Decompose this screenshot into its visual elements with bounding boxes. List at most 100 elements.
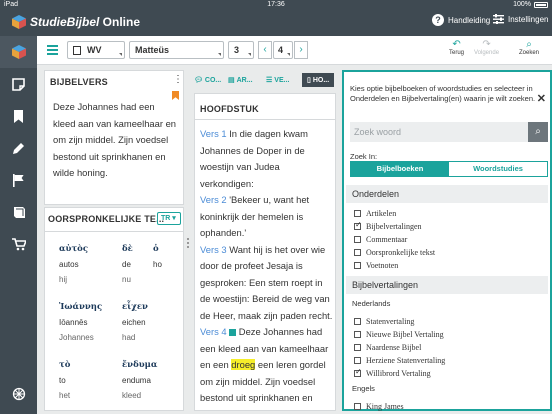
checkbox[interactable] (354, 262, 361, 269)
checkbox-statenvertaling[interactable]: Statenvertaling (354, 317, 414, 326)
verse-1[interactable]: Vers 1 In die dagen kwam Johannes de Dop… (200, 126, 334, 192)
app-header: StudieBijbel Online ? Handleiding Instel… (0, 10, 552, 36)
content-tabs: 💬︎ CO... ▤ AR... ☰ VE... ▯ HO... (194, 70, 335, 90)
translation-select[interactable]: WV (67, 41, 125, 59)
verse-select[interactable]: 4 (273, 41, 293, 59)
checkbox[interactable] (354, 236, 361, 243)
rail-pencil[interactable] (0, 132, 37, 164)
checkbox-commentaar[interactable]: Commentaar (354, 235, 407, 244)
menu-icon[interactable] (47, 45, 58, 55)
search-in-label: Zoek In: (350, 152, 378, 161)
book-icon (13, 206, 25, 218)
checkbox[interactable] (354, 210, 361, 217)
checkbox-naardense[interactable]: Naardense Bijbel (354, 343, 421, 352)
chat-icon: 💬︎ (194, 77, 203, 84)
scope-bijbelboeken[interactable]: Bijbelboeken (351, 162, 449, 176)
tab-hoofdstuk[interactable]: ▯ HO... (302, 73, 335, 87)
highlighted-word[interactable]: droeg (231, 359, 256, 370)
chapter-text: Vers 1 In die dagen kwam Johannes de Dop… (200, 126, 334, 407)
back-button[interactable]: ↶ Terug (449, 39, 464, 56)
onderdelen-header: Onderdelen (346, 185, 548, 203)
battery-icon (534, 2, 548, 8)
previous-verse-button[interactable]: ‹ (258, 41, 272, 59)
tab-artikelen[interactable]: ▤ AR... (228, 76, 264, 85)
book-select[interactable]: Matteüs (129, 41, 224, 59)
search-button[interactable]: ⌕ Zoeken (519, 39, 539, 56)
bijbelvers-panel: BIJBELVERS ⋮ Deze Johannes had een kleed… (44, 70, 184, 205)
flag-icon (13, 173, 24, 187)
greek-word[interactable]: δὲ de nu (122, 244, 133, 284)
verse-2[interactable]: Vers 2 'Bekeer u, want het koninkrijk de… (200, 192, 334, 242)
list-icon: ☰ (266, 77, 273, 84)
bijbelvers-title: BIJBELVERS (50, 77, 108, 87)
greek-word[interactable]: ὁ ho (153, 244, 162, 269)
forward-arrow-icon: ↷ (482, 39, 491, 50)
cube-icon (11, 45, 26, 59)
back-arrow-icon: ↶ (452, 39, 461, 50)
scope-woordstudies[interactable]: Woordstudies (449, 162, 547, 176)
settings-wheel-icon (12, 387, 25, 401)
checkbox[interactable] (354, 318, 361, 325)
verse-3[interactable]: Vers 3 Want hij is het over wie door de … (200, 242, 334, 325)
rail-notes[interactable] (0, 68, 37, 100)
note-marker-icon[interactable] (229, 329, 237, 337)
tab-commentaar[interactable]: 💬︎ CO... (194, 76, 226, 85)
search-icon: ⌕ (526, 39, 532, 50)
checkbox-artikelen[interactable]: Artikelen (354, 209, 396, 218)
left-rail (0, 36, 37, 414)
close-icon[interactable]: ✕ (537, 92, 546, 105)
checkbox-nbv[interactable]: Nieuwe Bijbel Vertaling (354, 330, 444, 339)
greek-word[interactable]: εἶχεν eichen had (122, 302, 148, 342)
original-text-title: OORSPRONKELIJKE TE... (48, 214, 165, 224)
splitter-handle[interactable] (187, 238, 190, 252)
document-icon: ▤ (228, 77, 235, 84)
rail-flags[interactable] (0, 164, 37, 196)
rail-shop[interactable] (0, 228, 37, 260)
language-select[interactable]: TR ▾ (157, 212, 181, 225)
note-icon (12, 77, 25, 91)
checkbox-willibrord[interactable]: Willibrord Vertaling (354, 367, 431, 378)
forward-button[interactable]: ↷ Volgende (474, 39, 499, 56)
checkbox-bijbelvertalingen[interactable]: Bijbelvertalingen (354, 220, 422, 231)
checkbox-oorspronkelijke-tekst[interactable]: Oorspronkelijke tekst (354, 248, 435, 257)
checkbox[interactable] (354, 403, 361, 410)
rail-settings-wheel[interactable] (0, 378, 37, 410)
rail-bookmarks[interactable] (0, 100, 37, 132)
greek-word[interactable]: ἔνδυμα enduma kleed (122, 360, 157, 400)
help-button[interactable]: ? Handleiding (432, 14, 490, 26)
chapter-select[interactable]: 3 (228, 41, 254, 59)
search-icon: ⌕ (535, 126, 541, 137)
book-small-icon (73, 46, 81, 56)
status-bar: iPad 17:36 100% (0, 0, 552, 10)
battery-level: 100% (513, 1, 531, 8)
rail-library[interactable] (0, 196, 37, 228)
checkbox[interactable] (354, 249, 361, 256)
app-title: StudieBijbel Online (30, 15, 141, 29)
greek-word[interactable]: τὸ to het (59, 360, 70, 400)
search-panel: Kies optie bijbelboeken of woordstudies … (342, 70, 552, 411)
greek-word[interactable]: αὐτὸς autos hij (59, 244, 88, 284)
next-verse-button[interactable]: › (294, 41, 308, 59)
tab-verwijzingen[interactable]: ☰ VE... (266, 76, 300, 85)
search-input[interactable]: Zoek woord (350, 122, 528, 142)
more-options-icon[interactable]: ⋮ (173, 74, 183, 85)
checkbox-king-james[interactable]: King James (354, 402, 404, 411)
search-submit-button[interactable]: ⌕ (528, 122, 548, 142)
greek-word[interactable]: Ἰωάννης Iōannēs Johannes (59, 302, 102, 342)
checkbox[interactable] (354, 357, 361, 364)
settings-button[interactable]: Instellingen (493, 14, 548, 24)
clock: 17:36 (267, 1, 285, 8)
pencil-icon (13, 142, 24, 154)
cart-icon (11, 237, 26, 250)
checkbox-hsv[interactable]: Herziene Statenvertaling (354, 356, 445, 365)
checkbox[interactable] (354, 367, 362, 377)
checkbox-voetnoten[interactable]: Voetnoten (354, 261, 398, 270)
verse-4[interactable]: Vers 4 Deze Johannes had een kleed aan v… (200, 324, 334, 407)
checkbox[interactable] (354, 220, 362, 230)
checkbox[interactable] (354, 331, 361, 338)
checkbox[interactable] (354, 344, 361, 351)
search-intro: Kies optie bijbelboeken of woordstudies … (350, 84, 536, 103)
search-scope-toggle: Bijbelboeken Woordstudies (350, 161, 548, 177)
rail-cube[interactable] (0, 36, 37, 68)
chapter-title: HOOFDSTUK (200, 104, 259, 114)
